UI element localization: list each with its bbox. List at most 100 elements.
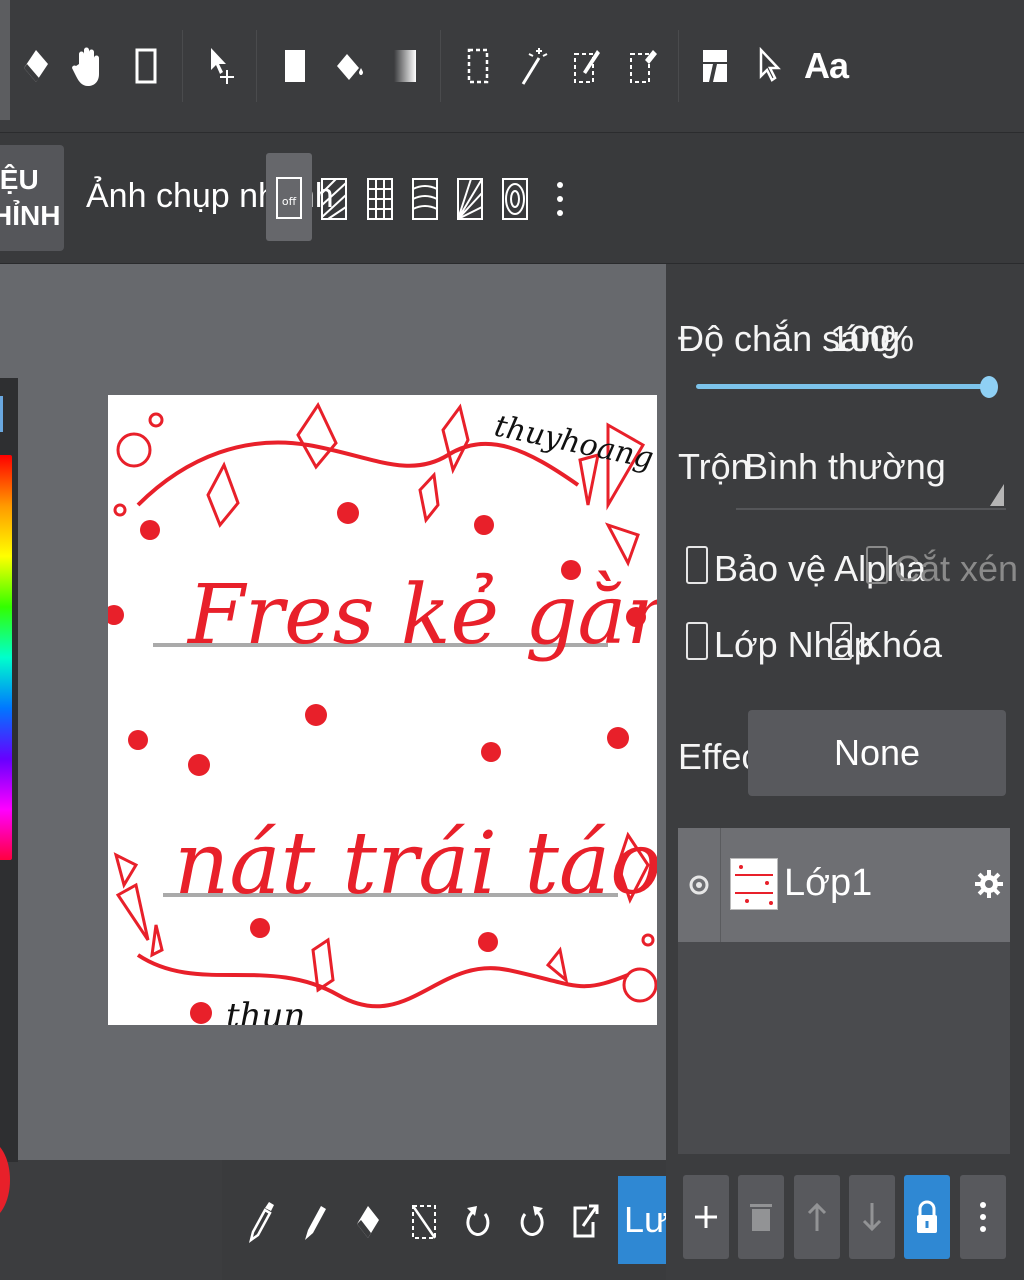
- undo-button[interactable]: [458, 1196, 498, 1248]
- svg-text:thuyhoang: thuyhoang: [491, 409, 656, 477]
- font-icon: Aa: [803, 45, 849, 86]
- gradient-icon: [394, 50, 416, 82]
- rectangle-frame-icon: [135, 48, 157, 84]
- eye-icon: [689, 875, 709, 895]
- paint-bucket-icon: [337, 54, 363, 80]
- snap-more-button[interactable]: [540, 171, 580, 225]
- radial-lines-icon: [457, 178, 483, 220]
- adjust-label: IỆU HỈNH: [0, 164, 61, 231]
- svg-text:Fres kẻ gằm: Fres kẻ gằm: [186, 568, 657, 663]
- delete-layer-button[interactable]: [738, 1175, 784, 1259]
- clipping-checkbox[interactable]: [866, 546, 888, 584]
- bucket-tool-button[interactable]: [328, 36, 368, 96]
- layer-thumbnail: [730, 858, 778, 910]
- blend-mode-select[interactable]: Bình thường: [744, 446, 946, 488]
- lock-checkbox[interactable]: [830, 622, 852, 660]
- filled-rectangle-icon: [285, 50, 305, 82]
- move-cursor-icon: [211, 48, 234, 84]
- add-layer-button[interactable]: [683, 1175, 729, 1259]
- more-vertical-icon: [557, 182, 563, 216]
- lock-icon: [917, 1200, 937, 1233]
- artwork-canvas[interactable]: Fres kẻ gằm nát trái táo thuyhoang thun: [108, 395, 657, 1025]
- deselect-icon: [411, 1205, 437, 1239]
- gradient-tool-button[interactable]: [384, 36, 424, 96]
- deselect-button[interactable]: [404, 1196, 444, 1248]
- pointer-cursor-icon: [759, 46, 781, 82]
- select-eraser-tool-button[interactable]: [622, 36, 662, 96]
- arrow-down-icon: [862, 1203, 882, 1232]
- dropdown-arrow-icon[interactable]: [990, 484, 1004, 506]
- fill-rect-tool-button[interactable]: [274, 36, 314, 96]
- opacity-slider[interactable]: [696, 384, 992, 389]
- concentric-curve-icon: [412, 178, 438, 220]
- svg-text:off: off: [282, 195, 297, 208]
- layer-name: Lớp1: [784, 862, 873, 904]
- snap-curve-button[interactable]: [405, 171, 445, 225]
- svg-text:thun: thun: [226, 996, 305, 1025]
- snap-parallel-button[interactable]: [314, 171, 354, 225]
- hue-bar[interactable]: [0, 455, 12, 860]
- hand-icon: [72, 47, 99, 86]
- layer-visibility-toggle[interactable]: [678, 828, 721, 942]
- eraser-icon: [357, 1206, 379, 1238]
- draft-layer-checkbox[interactable]: [686, 622, 708, 660]
- save-label: Lưu: [624, 1199, 666, 1240]
- lock-label: Khóa: [858, 624, 943, 665]
- move-layer-up-button[interactable]: [794, 1175, 840, 1259]
- adjust-button[interactable]: IỆU HỈNH: [0, 145, 64, 251]
- parallel-lines-icon: [321, 178, 347, 220]
- eyedropper-icon: [248, 1202, 274, 1243]
- frame-divider-icon: [703, 50, 727, 82]
- top-toolbar: Aa: [0, 0, 1024, 133]
- save-button[interactable]: Lưu: [618, 1176, 666, 1264]
- snap-radial-button[interactable]: [450, 171, 490, 225]
- opacity-slider-thumb[interactable]: [980, 376, 998, 398]
- blend-select-underline: [736, 508, 1006, 510]
- snap-off-button[interactable]: off: [266, 153, 312, 241]
- eraser-tool-button[interactable]: [16, 36, 56, 96]
- undo-icon: [466, 1206, 490, 1236]
- pen-button[interactable]: [294, 1196, 334, 1248]
- redo-button[interactable]: [512, 1196, 552, 1248]
- move-tool-button[interactable]: [200, 36, 240, 96]
- plus-icon: [695, 1206, 717, 1228]
- artwork-drawing: Fres kẻ gằm nát trái táo thuyhoang thun: [108, 401, 657, 1025]
- selection-eraser-icon: [630, 50, 657, 83]
- layer-menu-button[interactable]: [960, 1175, 1006, 1259]
- effect-select-button[interactable]: None: [748, 710, 1006, 796]
- pen-icon: [305, 1206, 326, 1240]
- color-strip-handle[interactable]: [0, 396, 11, 432]
- arrow-up-icon: [807, 1202, 827, 1231]
- snap-toolbar: IỆU HỈNH Ảnh chụp nhanh off: [0, 133, 1024, 264]
- protect-alpha-checkbox[interactable]: [686, 546, 708, 584]
- active-tool-indicator: [0, 0, 10, 120]
- eyedropper-button[interactable]: [240, 1196, 280, 1248]
- export-button[interactable]: [566, 1196, 606, 1248]
- hand-tool-button[interactable]: [68, 36, 108, 96]
- layer-settings-button[interactable]: [972, 862, 1006, 906]
- opacity-unit: %: [882, 318, 915, 359]
- marquee-select-icon: [467, 48, 489, 84]
- magic-wand-tool-button[interactable]: [512, 36, 552, 96]
- select-pen-tool-button[interactable]: [566, 36, 606, 96]
- more-vertical-icon: [980, 1202, 986, 1232]
- snap-grid-button[interactable]: [360, 171, 400, 225]
- selection-pen-icon: [574, 50, 600, 83]
- eraser-button[interactable]: [348, 1196, 388, 1248]
- trash-icon: [750, 1204, 772, 1231]
- snap-off-icon: off: [276, 177, 302, 219]
- move-layer-down-button[interactable]: [849, 1175, 895, 1259]
- clipping-label: Cắt xén: [894, 548, 1019, 589]
- external-link-icon: [573, 1204, 599, 1238]
- lock-layer-button[interactable]: [904, 1175, 950, 1259]
- magic-wand-icon: [521, 48, 548, 85]
- svg-text:nát trái táo: nát trái táo: [174, 814, 657, 914]
- eraser-icon: [24, 50, 48, 82]
- select-tool-button[interactable]: [458, 36, 498, 96]
- frame-tool-button[interactable]: [126, 36, 166, 96]
- panel-tool-button[interactable]: [694, 36, 734, 96]
- text-tool-button[interactable]: Aa: [802, 36, 850, 96]
- operation-tool-button[interactable]: [748, 36, 788, 96]
- blend-label: Trộn: [678, 446, 751, 487]
- snap-circle-button[interactable]: [495, 171, 535, 225]
